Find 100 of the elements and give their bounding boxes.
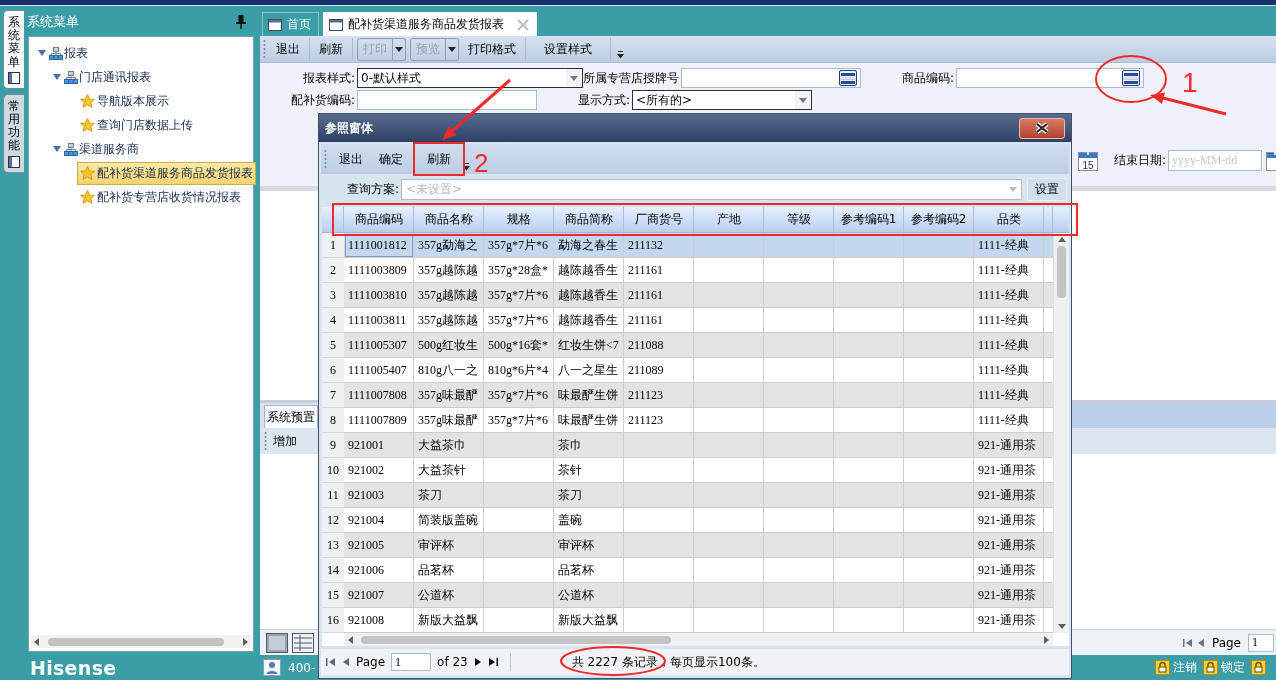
last-page-icon[interactable] <box>487 657 498 667</box>
first-page-icon[interactable] <box>326 657 336 667</box>
table-row[interactable]: 13 921005 审评杯 审评杯 921-通用茶 <box>322 533 1053 558</box>
scroll-right-icon[interactable] <box>243 637 248 646</box>
scrollbar-thumb[interactable] <box>1057 246 1066 298</box>
side-tab[interactable]: 常用功能 <box>3 93 24 173</box>
toolbar-button[interactable]: 刷新 <box>419 147 459 171</box>
table-row[interactable]: 11 921003 茶刀 茶刀 921-通用茶 <box>322 483 1053 508</box>
window-icon <box>268 18 282 31</box>
tab[interactable]: 系统预置 <box>264 405 318 428</box>
overflow-icon[interactable] <box>463 163 470 171</box>
close-button[interactable] <box>1019 117 1065 139</box>
tree-item[interactable]: 配补货专营店收货情况报表 <box>77 185 244 209</box>
calendar-icon[interactable] <box>1266 150 1276 171</box>
row-number: 16 <box>322 608 344 633</box>
caret-icon[interactable] <box>52 73 62 81</box>
table-row[interactable]: 9 921001 大益茶巾 茶巾 921-通用茶 <box>322 433 1053 458</box>
toolbar-button[interactable]: 退出 <box>269 37 307 61</box>
column-header[interactable]: 参考编码1 <box>834 207 904 232</box>
combo-box[interactable]: <所有的> <box>632 90 812 110</box>
star-icon <box>80 166 95 180</box>
tree-item[interactable]: 渠道服务商 <box>52 137 139 161</box>
scroll-right-icon[interactable] <box>1044 635 1049 644</box>
brand-logo: Hisense <box>30 656 117 679</box>
first-page-icon[interactable] <box>1182 637 1193 648</box>
side-tab[interactable]: 系统菜单 <box>3 10 24 89</box>
table-row[interactable]: 5 1111005307 500g红妆生 500g*16套* 红妆生饼<7 211088 1111-经典 <box>322 333 1053 358</box>
tree-item[interactable]: 查询门店数据上传 <box>77 113 196 137</box>
overflow-icon[interactable] <box>617 51 624 59</box>
grip-icon <box>263 39 266 59</box>
lock-icon[interactable] <box>1251 660 1266 675</box>
horizontal-scrollbar[interactable] <box>344 633 1053 646</box>
pin-icon[interactable] <box>236 15 246 29</box>
window-icon <box>1122 70 1140 86</box>
scrollbar-thumb[interactable] <box>361 635 671 644</box>
table-row[interactable]: 6 1111005407 810g八一之 810g*6片*4 八一之星生 211089 1111-经典 <box>322 358 1053 383</box>
field-label: 报表样式: <box>301 69 356 87</box>
lookup-field[interactable] <box>956 68 1144 88</box>
row-number: 13 <box>322 533 344 558</box>
table-row[interactable]: 16 921008 新版大益飘 新版大益飘 921-通用茶 <box>322 608 1053 633</box>
tree-item[interactable]: 导航版本展示 <box>77 89 172 113</box>
date-field[interactable]: yyyy-MM-dd <box>1168 150 1262 171</box>
combo-box[interactable]: 0-默认样式 <box>357 68 583 88</box>
page-field[interactable]: 1 <box>1248 633 1274 652</box>
text-field[interactable] <box>357 90 537 110</box>
page-field[interactable]: 1 <box>391 653 432 671</box>
column-header[interactable]: 等级 <box>764 207 834 232</box>
table-row[interactable]: 10 921002 大益茶针 茶针 921-通用茶 <box>322 458 1053 483</box>
row-number: 15 <box>322 583 344 608</box>
horizontal-scrollbar[interactable] <box>31 635 251 648</box>
table-row[interactable]: 12 921004 简装版盖碗 盖碗 921-通用茶 <box>322 508 1053 533</box>
scroll-up-icon[interactable] <box>1057 237 1066 242</box>
lock-icon[interactable] <box>1203 660 1218 675</box>
toolbar-button[interactable]: 确定 <box>371 147 411 171</box>
calendar-icon[interactable]: 15 <box>1078 150 1098 171</box>
field-label: 所属专营店授牌号 <box>583 69 680 87</box>
caret-icon[interactable] <box>52 145 62 153</box>
table-row[interactable]: 2 1111003809 357g越陈越 357g*28盒* 越陈越香生 211161 1111-经典 <box>322 258 1053 283</box>
toolbar-button[interactable]: 增加 <box>270 429 300 453</box>
lookup-button[interactable] <box>838 69 858 87</box>
column-header[interactable]: 厂商货号 <box>624 207 694 232</box>
star-icon <box>80 94 95 108</box>
table-row[interactable]: 15 921007 公道杯 公道杯 921-通用茶 <box>322 583 1053 608</box>
column-header[interactable]: 品类 <box>974 207 1044 232</box>
tab[interactable]: 配补货渠道服务商品发货报表 <box>323 12 537 36</box>
column-header[interactable]: 商品简称 <box>554 207 624 232</box>
table-row[interactable]: 14 921006 品茗杯 品茗杯 921-通用茶 <box>322 558 1053 583</box>
column-header[interactable]: 参考编码2 <box>904 207 974 232</box>
tree-item[interactable]: 报表 <box>37 41 88 65</box>
column-header[interactable]: 产地 <box>694 207 764 232</box>
toolbar-button[interactable]: 设置样式 <box>528 37 608 61</box>
table-row[interactable]: 8 1111007809 357g味最酽 357g*7片*6 味最酽生饼 211123 1111-经典 <box>322 408 1053 433</box>
square-icon[interactable] <box>266 632 288 653</box>
toolbar-button[interactable]: 退出 <box>331 147 371 171</box>
lock-icon[interactable] <box>1155 660 1170 675</box>
column-header[interactable]: 规格 <box>484 207 554 232</box>
caret-icon[interactable] <box>37 49 47 57</box>
scroll-left-icon[interactable] <box>348 635 353 644</box>
row-number: 9 <box>322 433 344 458</box>
toolbar-button[interactable]: 打印格式 <box>461 37 523 61</box>
scrollbar-thumb[interactable] <box>48 637 224 646</box>
table-row[interactable]: 4 1111003811 357g越陈越 357g*7片*6 越陈越香生 211161 1111-经典 <box>322 308 1053 333</box>
column-header[interactable]: 商品编码 <box>344 207 414 232</box>
previous-page-icon[interactable] <box>1196 637 1205 648</box>
scroll-left-icon[interactable] <box>34 637 39 646</box>
table-row[interactable]: 3 1111003810 357g越陈越 357g*7片*6 越陈越香生 211161 1111-经典 <box>322 283 1053 308</box>
grid-icon[interactable] <box>292 632 314 653</box>
lookup-button[interactable] <box>1121 69 1141 87</box>
tree-item[interactable]: 配补货渠道服务商品发货报表 <box>77 161 256 185</box>
vertical-scrollbar[interactable] <box>1053 233 1069 633</box>
table-row[interactable]: 7 1111007808 357g味最酽 357g*7片*6 味最酽生饼 211123 1111-经典 <box>322 383 1053 408</box>
toolbar-button[interactable]: 刷新 <box>312 37 350 61</box>
table-row[interactable]: 1 1111001812 357g勐海之 357g*7片*6 勐海之春生 211132 1111-经典 <box>322 233 1053 258</box>
annotation-rectangle <box>413 142 465 176</box>
lookup-field[interactable] <box>681 68 861 88</box>
next-page-icon[interactable] <box>473 657 482 667</box>
user-icon[interactable] <box>263 659 281 676</box>
column-header[interactable]: 商品名称 <box>414 207 484 232</box>
previous-page-icon[interactable] <box>342 657 350 667</box>
tree-item[interactable]: 门店通讯报表 <box>52 65 151 89</box>
